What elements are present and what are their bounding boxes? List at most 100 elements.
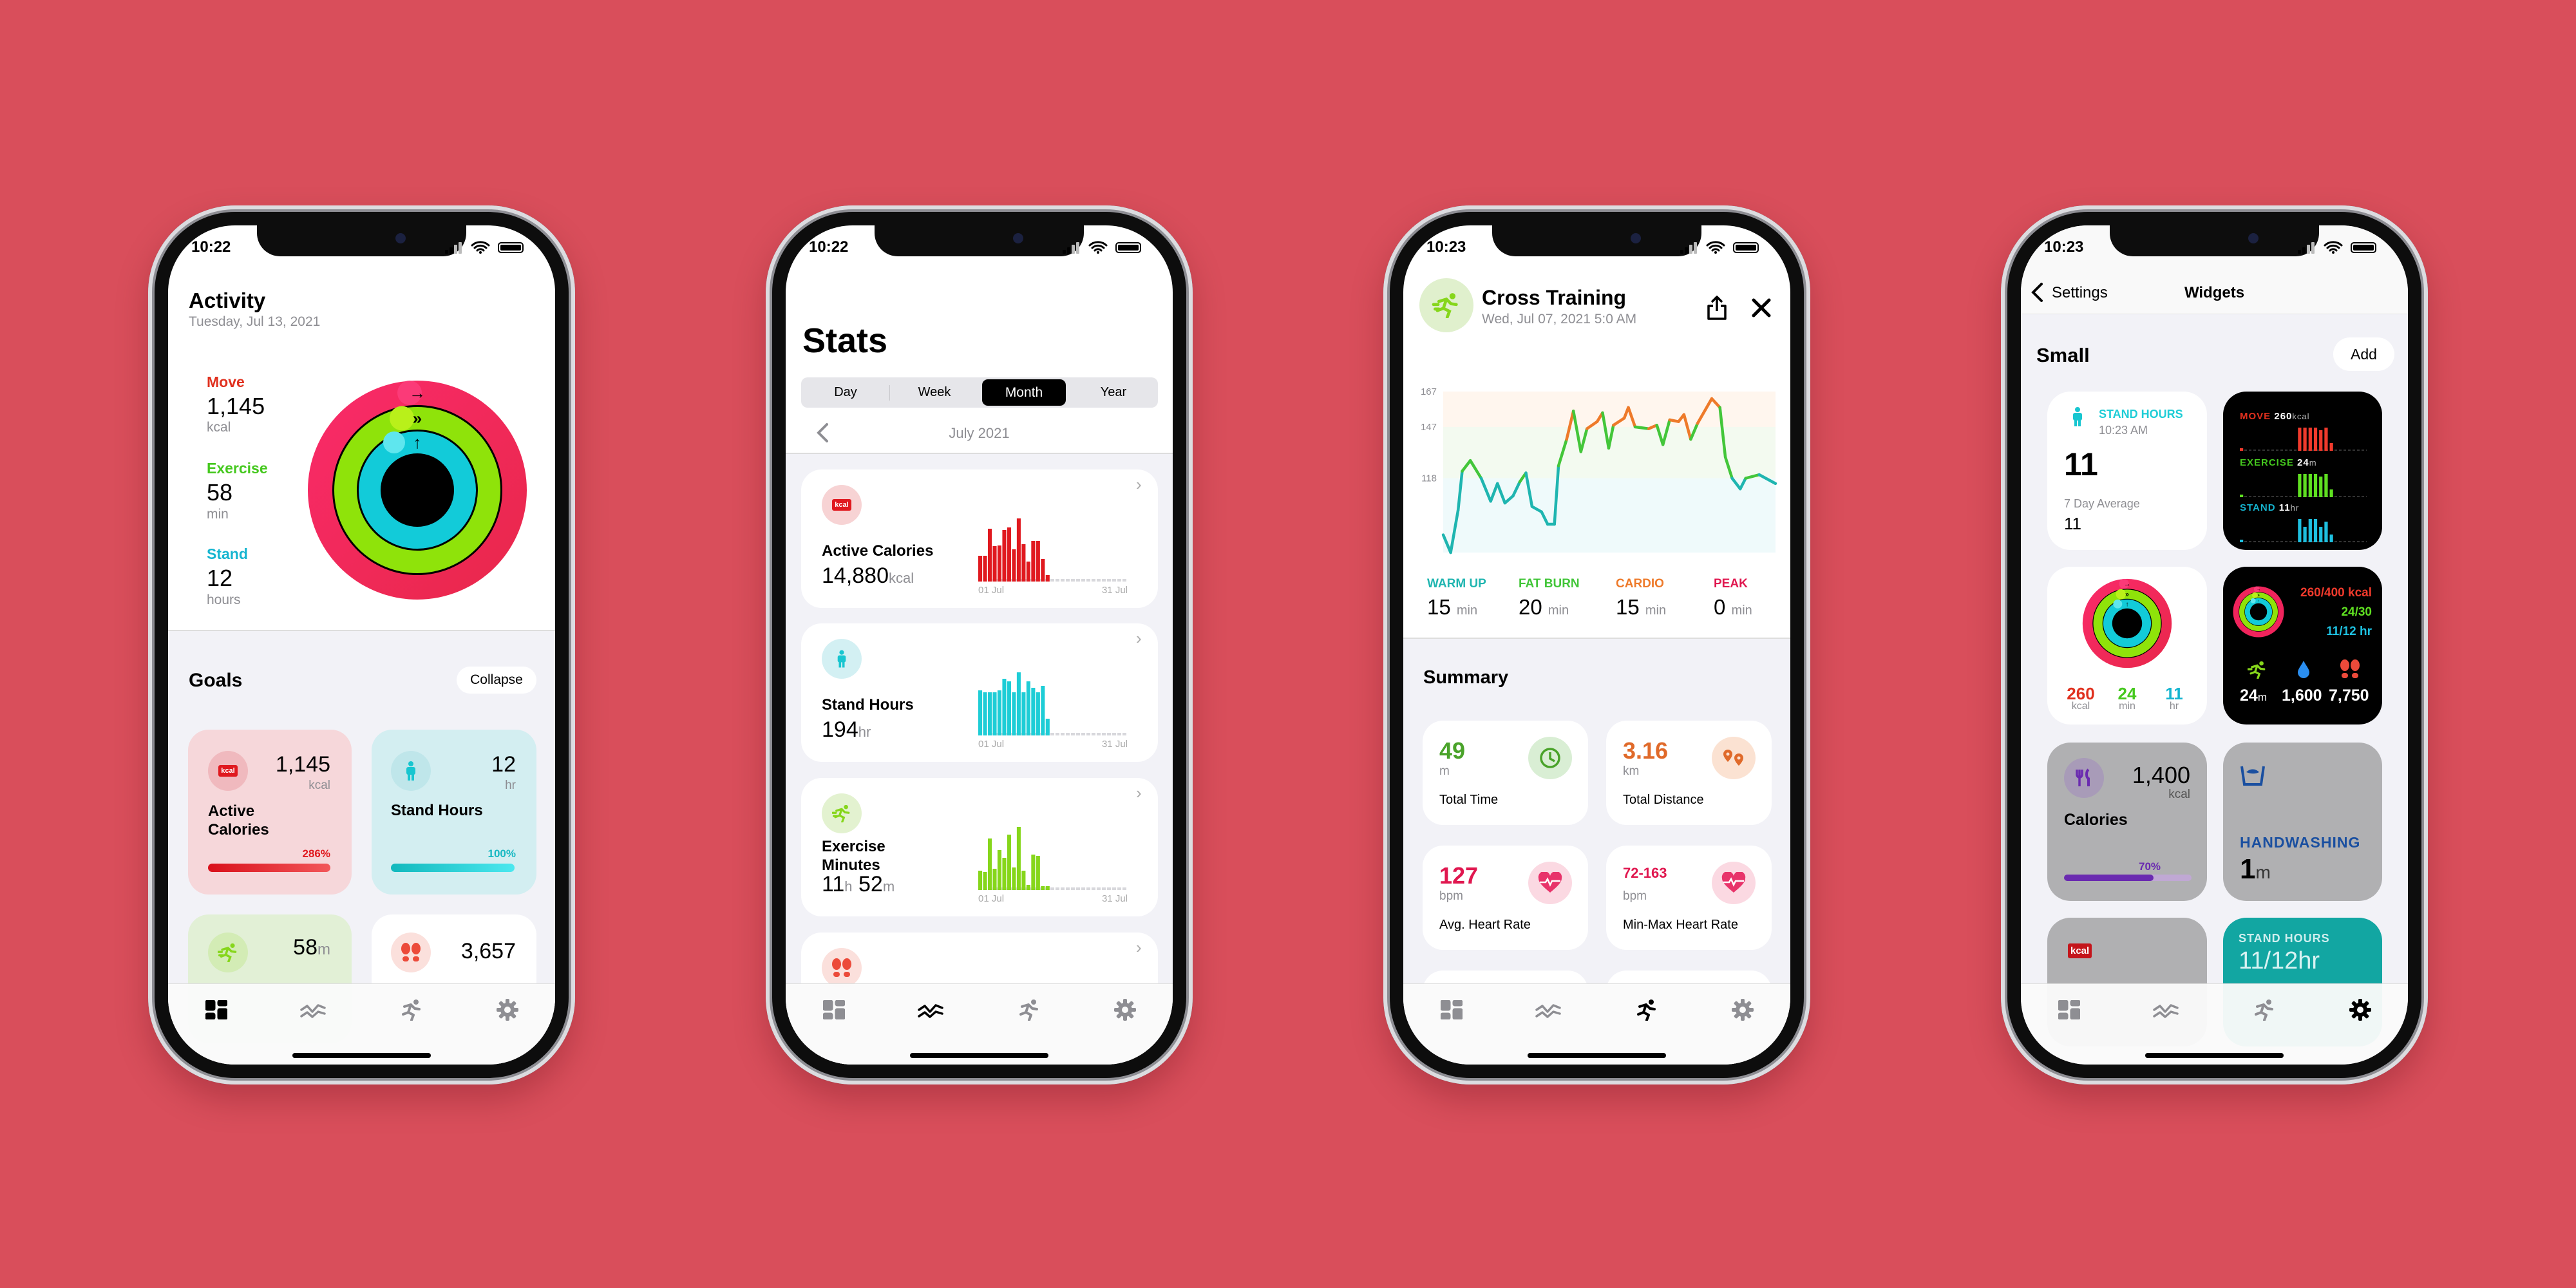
tab-trends[interactable] [299,997,327,1023]
goal-card-active-calories[interactable]: kcal 1,145 kcal Active Calories 286% [188,730,352,895]
chevron-right-icon[interactable]: › [1136,629,1142,649]
calories-unit: kcal [2168,788,2190,801]
hourly-bar [2240,495,2244,497]
battery-icon [2351,242,2376,253]
move-value: 1,145 [207,393,265,419]
segment-month[interactable]: Month [982,385,1066,401]
tab-trends[interactable] [1534,997,1562,1023]
tab-trends[interactable] [2152,997,2180,1023]
tab-dashboard[interactable] [820,997,848,1023]
row-label: STAND [2240,502,2276,513]
hourly-bar [2240,448,2244,451]
exercise-minutes: 24m [2240,687,2267,705]
tab-workouts[interactable] [2249,997,2278,1023]
zone-label: FAT BURN [1519,577,1580,591]
summary-unit: m [1439,764,1450,778]
tab-dashboard[interactable] [1437,997,1466,1023]
widget-calories[interactable]: 1,400 kcal Calories 70% [2047,743,2207,901]
home-indicator [2145,1053,2284,1058]
widget-stand-hours[interactable]: STAND HOURS 10:23 AM 11 7 Day Average 11 [2047,392,2207,550]
settings-gear-icon [1114,999,1136,1021]
add-widget-button[interactable]: Add [2333,337,2394,371]
stat-title: Active Calories [822,542,934,560]
tab-workouts[interactable] [397,997,425,1023]
tab-settings[interactable] [2346,997,2374,1023]
zone-minutes: 15 [1427,595,1451,619]
calories-value: 1,400 [2132,762,2190,788]
tab-settings[interactable] [1111,997,1139,1023]
row-unit: kcal [2292,412,2310,421]
phone-widgets: Settings Widgets Small Add STAND HOURS 1… [2001,205,2428,1084]
share-icon[interactable] [1706,295,1728,321]
home-indicator [910,1053,1048,1058]
tab-dashboard[interactable] [202,997,231,1023]
summary-card[interactable]: 72-163 bpm Min-Max Heart Rate [1606,846,1772,950]
wifi-icon [1088,241,1108,254]
tab-bar [786,983,1173,1065]
chevron-right-icon[interactable]: › [1136,938,1142,958]
chevron-right-icon[interactable]: › [1136,783,1142,803]
hourly-bar [2329,535,2333,542]
period-label: July 2021 [949,425,1010,441]
widget-dark-rings[interactable]: →» ↑ 260/400 kcal 24/30 11/12 hr 24m 1,60… [2223,567,2382,724]
status-icons [1063,241,1146,254]
row-unit: hr [2290,503,2300,513]
ring-arrow-icon: ↑ [413,433,422,452]
battery-icon [1115,242,1141,253]
summary-card[interactable]: 49 m Total Time [1423,721,1588,825]
widget-activity-bars[interactable]: MOVE 260kcal EXERCISE 24m STAND 11hr [2223,392,2382,550]
stat-card[interactable]: › Exercise Minutes 11h 52m 01 Jul 31 Jul [801,778,1158,916]
stat-unit: hr [858,724,871,740]
summary-label: Min-Max Heart Rate [1623,918,1738,932]
daily-bar [1021,544,1026,582]
daily-bar [987,529,992,582]
tab-dashboard[interactable] [2055,997,2083,1023]
stats-screen: Stats Day Week Month Year July 2021 kcal… [786,225,1173,1065]
goal-progress-bar [391,864,515,872]
tab-trends[interactable] [916,997,945,1023]
close-icon[interactable] [1751,298,1772,318]
hourly-bar [2240,540,2244,542]
widget-rings[interactable]: →» ↑ 260 kcal 24 min 11 hr [2047,567,2207,724]
stat-card[interactable]: kcal › Active Calories 14,880kcal 01 Jul 31 J… [801,469,1158,608]
tab-workouts[interactable] [1632,997,1660,1023]
chevron-right-icon[interactable]: › [1136,475,1142,495]
stat-value-hours: 11 [822,872,845,896]
ring-arrow-icon: → [2257,588,2260,592]
cardio-zone-band [1443,392,1776,427]
daily-bar [1002,679,1007,735]
hourly-bar [2319,430,2323,451]
goal-value: 1,145 [275,752,330,777]
stat-unit: kcal [889,570,914,586]
tab-workouts[interactable] [1014,997,1043,1023]
y-tick-label: 147 [1421,422,1437,433]
trends-icon [1535,1004,1561,1018]
goal-unit: kcal [308,779,330,792]
segment-week[interactable]: Week [890,385,979,400]
row-value: 260 [2274,411,2293,422]
stat-title: Exercise Minutes [822,838,886,874]
summary-card[interactable]: 3.16 km Total Distance [1606,721,1772,825]
hourly-bar [2298,519,2302,542]
signal-icon [459,242,462,254]
tab-settings[interactable] [1728,997,1757,1023]
widget-handwashing[interactable]: HANDWASHING 1m [2223,743,2382,901]
home-indicator [292,1053,431,1058]
row-label: EXERCISE [2240,457,2294,468]
segment-day[interactable]: Day [801,385,890,400]
summary-unit: km [1623,764,1640,778]
hourly-bar [2308,474,2312,497]
status-icons [2298,241,2382,254]
segment-year[interactable]: Year [1069,385,1158,400]
stand-person-icon [391,751,431,791]
move-row-header: MOVE 260kcal [2240,411,2310,422]
stand-value: 12 [207,565,233,591]
summary-card[interactable]: 127 bpm Avg. Heart Rate [1423,846,1588,950]
goal-progress-bar [208,864,330,872]
stat-value: 194hr [822,717,871,743]
tab-settings[interactable] [493,997,522,1023]
goal-card-stand-hours[interactable]: 12 hr Stand Hours 100% [372,730,536,895]
collapse-button[interactable]: Collapse [457,667,536,694]
move-unit: kcal [207,420,231,435]
stat-card[interactable]: › Stand Hours 194hr 01 Jul 31 Jul [801,623,1158,762]
